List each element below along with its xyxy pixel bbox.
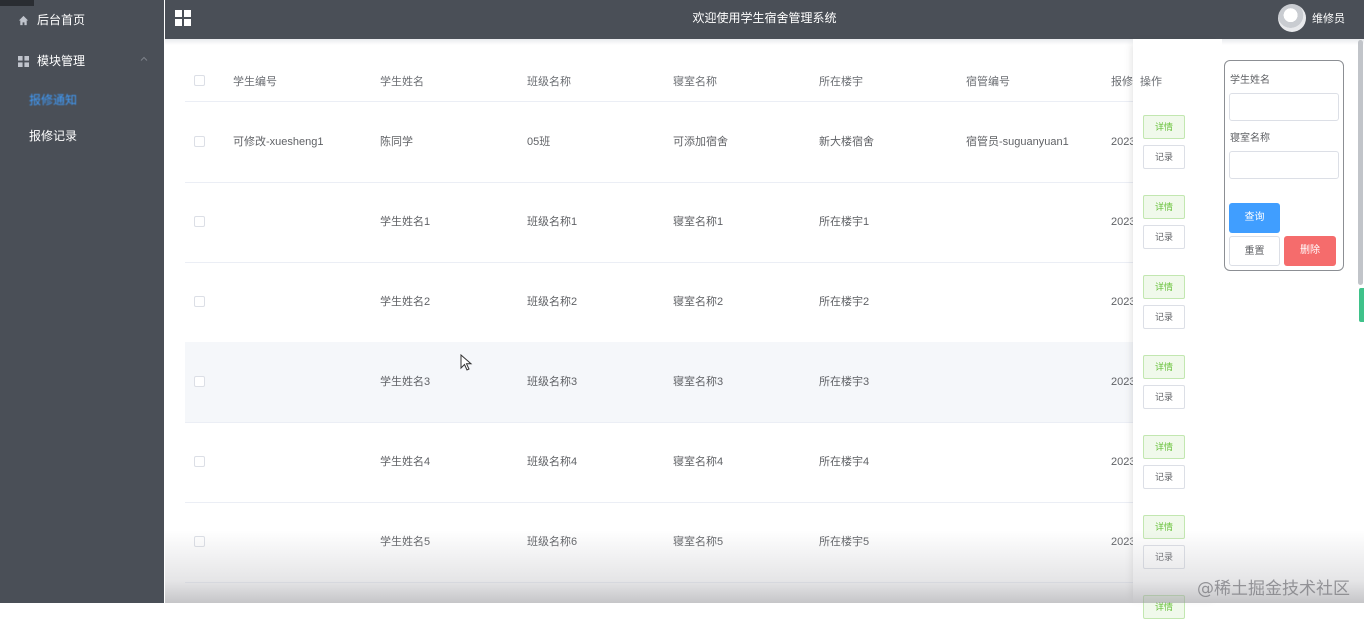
record-button[interactable]: 记录: [1143, 145, 1185, 169]
detail-button[interactable]: 详情: [1143, 195, 1185, 219]
col-header-student-name: 学生姓名: [380, 76, 424, 88]
cell-class-name: 班级名称1: [527, 216, 578, 228]
cell-building: 所在楼宇4: [819, 456, 870, 468]
col-header-class-name: 班级名称: [527, 76, 571, 88]
detail-button[interactable]: 详情: [1143, 115, 1185, 139]
col-header-manager-id: 宿管编号: [966, 76, 1010, 88]
row-checkbox[interactable]: [194, 376, 205, 387]
cell-building: 新大楼宿舍: [819, 136, 874, 148]
row-checkbox[interactable]: [194, 216, 205, 227]
vertical-scrollbar[interactable]: [1358, 40, 1363, 285]
record-button[interactable]: 记录: [1143, 305, 1185, 329]
grid-icon: [16, 54, 30, 68]
cell-repair-date: 2023: [1111, 456, 1136, 468]
avatar[interactable]: [1278, 4, 1306, 32]
cell-class-name: 班级名称6: [527, 536, 578, 548]
cell-student-name: 陈同学: [380, 136, 413, 148]
record-button[interactable]: 记录: [1143, 385, 1185, 409]
cell-class-name: 班级名称2: [527, 296, 578, 308]
cell-building: 所在楼宇3: [819, 376, 870, 388]
chevron-up-icon: [140, 41, 148, 81]
detail-button[interactable]: 详情: [1143, 595, 1185, 619]
sidebar-subitem-repair-notice[interactable]: 报修通知: [29, 90, 77, 110]
cell-dorm-name: 寝室名称3: [673, 376, 724, 388]
row-checkbox[interactable]: [194, 136, 205, 147]
user-name[interactable]: 维修员: [1312, 0, 1345, 38]
cell-building: 所在楼宇2: [819, 296, 870, 308]
cell-student-name: 学生姓名2: [380, 296, 431, 308]
cell-repair-date: 2023: [1111, 296, 1136, 308]
cell-dorm-name: 寝室名称4: [673, 456, 724, 468]
cell-dorm-name: 寝室名称2: [673, 296, 724, 308]
cell-dorm-name: 寝室名称1: [673, 216, 724, 228]
home-icon: [16, 13, 30, 27]
student-name-input[interactable]: [1229, 93, 1339, 121]
watermark: @稀土掘金技术社区: [1197, 579, 1350, 599]
sidebar-item-module[interactable]: 模块管理: [0, 41, 164, 81]
cell-student-name: 学生姓名1: [380, 216, 431, 228]
cell-student-name: 学生姓名5: [380, 536, 431, 548]
table-row[interactable]: 学生姓名1 班级名称1 寝室名称1 所在楼宇1 2023: [185, 182, 1221, 263]
table-row[interactable]: 学生姓名5 班级名称6 寝室名称5 所在楼宇5 2023: [185, 502, 1221, 583]
table-row[interactable]: 学生姓名4 班级名称4 寝室名称4 所在楼宇4 2023: [185, 422, 1221, 503]
cell-repair-date: 2023: [1111, 536, 1136, 548]
cell-student-id: 可修改-xuesheng1: [233, 136, 324, 148]
cell-dorm-name: 可添加宿舍: [673, 136, 728, 148]
side-float-tab[interactable]: [1359, 288, 1364, 322]
cell-class-name: 班级名称4: [527, 456, 578, 468]
col-header-building: 所在楼宇: [819, 76, 863, 88]
table-row[interactable]: 学生姓名3 班级名称3 寝室名称3 所在楼宇3 2023: [185, 342, 1221, 423]
sidebar-item-label: 模块管理: [37, 54, 86, 68]
select-all-checkbox[interactable]: [194, 75, 205, 86]
cell-repair-date: 2023: [1111, 376, 1136, 388]
sidebar: 后台首页 模块管理 报修通知 报修记录: [0, 0, 164, 603]
cell-repair-date: 2023: [1111, 136, 1136, 148]
row-checkbox[interactable]: [194, 536, 205, 547]
cell-repair-date: 2023: [1111, 216, 1136, 228]
col-header-operations: 操作: [1140, 76, 1162, 88]
detail-button[interactable]: 详情: [1143, 275, 1185, 299]
cell-manager-id: 宿管员-suguanyuan1: [966, 136, 1069, 148]
operations-column: 操作 详情 记录 详情 记录 详情 记录 详情 记录 详情 记录 详情 记录 详…: [1133, 39, 1222, 619]
dorm-name-label: 寝室名称: [1230, 133, 1270, 144]
sidebar-subitem-repair-record[interactable]: 报修记录: [29, 126, 77, 146]
table-row[interactable]: 学生姓名2 班级名称2 寝室名称2 所在楼宇2 2023: [185, 262, 1221, 343]
cell-building: 所在楼宇5: [819, 536, 870, 548]
cell-student-name: 学生姓名4: [380, 456, 431, 468]
reset-button[interactable]: 重置: [1229, 236, 1280, 266]
row-checkbox[interactable]: [194, 296, 205, 307]
dorm-name-input[interactable]: [1229, 151, 1339, 179]
student-name-label: 学生姓名: [1230, 75, 1270, 86]
cell-dorm-name: 寝室名称5: [673, 536, 724, 548]
cell-class-name: 班级名称3: [527, 376, 578, 388]
record-button[interactable]: 记录: [1143, 545, 1185, 569]
delete-button[interactable]: 删除: [1284, 236, 1336, 266]
record-button[interactable]: 记录: [1143, 225, 1185, 249]
cell-building: 所在楼宇1: [819, 216, 870, 228]
mouse-cursor-icon: [460, 353, 474, 372]
top-header: 欢迎使用学生宿舍管理系统 维修员: [165, 0, 1364, 39]
record-button[interactable]: 记录: [1143, 465, 1185, 489]
row-checkbox[interactable]: [194, 456, 205, 467]
detail-button[interactable]: 详情: [1143, 515, 1185, 539]
cell-class-name: 05班: [527, 136, 551, 148]
sidebar-item-label: 后台首页: [37, 13, 86, 27]
detail-button[interactable]: 详情: [1143, 355, 1185, 379]
table-row[interactable]: 可修改-xuesheng1 陈同学 05班 可添加宿舍 新大楼宿舍 宿管员-su…: [185, 102, 1221, 183]
page-title: 欢迎使用学生宿舍管理系统: [692, 11, 837, 25]
col-header-student-id: 学生编号: [233, 76, 277, 88]
col-header-dorm-name: 寝室名称: [673, 76, 717, 88]
detail-button[interactable]: 详情: [1143, 435, 1185, 459]
cell-student-name: 学生姓名3: [380, 376, 431, 388]
query-button[interactable]: 查询: [1229, 203, 1280, 233]
search-panel: 学生姓名 寝室名称 查询 重置 删除: [1224, 60, 1344, 271]
sidebar-item-home[interactable]: 后台首页: [0, 0, 164, 40]
col-header-repair: 报修: [1111, 76, 1133, 88]
